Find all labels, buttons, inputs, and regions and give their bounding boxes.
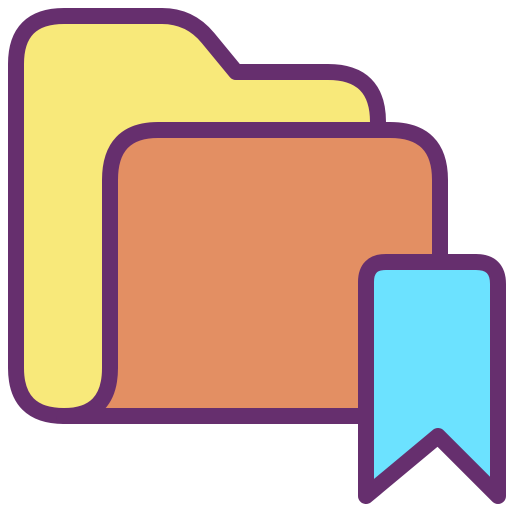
bookmarked-folder-icon xyxy=(8,8,506,504)
icon-canvas xyxy=(0,0,512,512)
bookmark-ribbon-icon xyxy=(358,254,506,504)
